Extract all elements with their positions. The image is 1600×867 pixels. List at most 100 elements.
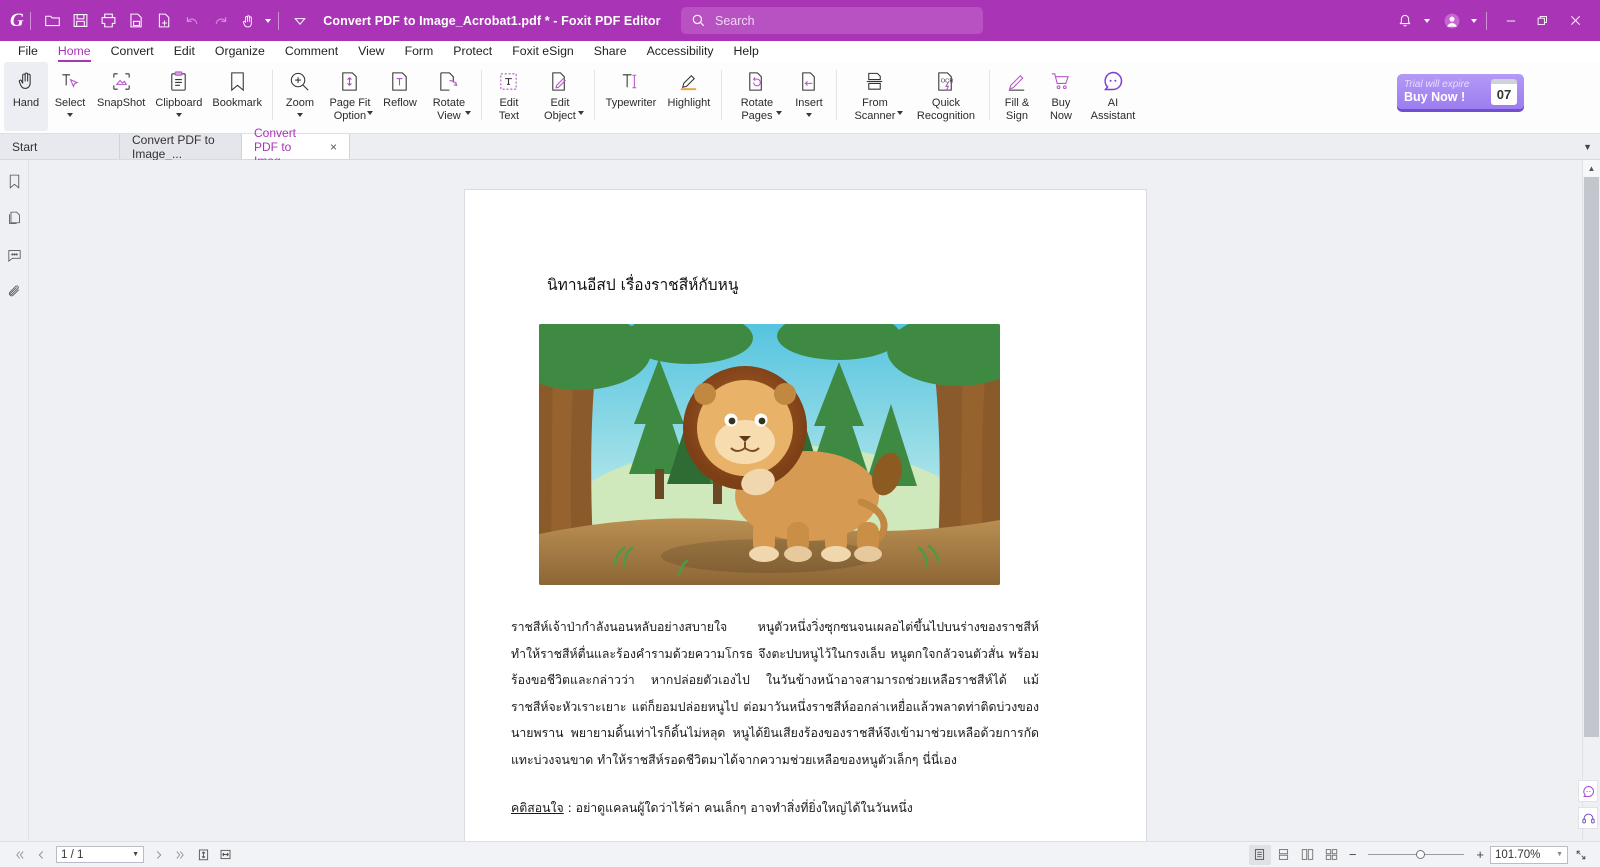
continuous-view-icon[interactable] [1273,845,1295,865]
close-button[interactable] [1560,6,1590,36]
typewriter-button[interactable]: Typewriter [600,62,662,131]
hand-tool-icon[interactable] [234,7,262,35]
avatar[interactable] [1438,7,1466,35]
menu-item-help[interactable]: Help [724,41,769,62]
bookmarks-icon[interactable] [3,170,25,192]
insert-chevron-down-icon[interactable] [805,112,812,117]
menu-item-edit[interactable]: Edit [164,41,205,62]
facing-view-icon[interactable] [1297,845,1319,865]
comments-icon[interactable] [3,244,25,266]
zoom-button[interactable]: Zoom [278,62,322,131]
zoom-chevron-down-icon[interactable] [296,112,303,117]
customize-quick-access-icon[interactable] [286,7,314,35]
menu-item-share[interactable]: Share [584,41,637,62]
rotate-pages-button[interactable]: Rotate Pages [727,62,787,131]
first-page-button[interactable] [8,844,30,866]
continuous-facing-view-icon[interactable] [1321,845,1343,865]
previous-page-button[interactable] [30,844,52,866]
ai-assistant-label: AI Assistant [1090,97,1136,122]
insert-button[interactable]: Insert [787,62,831,131]
highlight-button[interactable]: Highlight [662,62,716,131]
save-as-icon[interactable] [122,7,150,35]
scroll-up-button[interactable]: ▲ [1583,160,1600,177]
menu-item-file[interactable]: File [8,41,48,62]
buy-now-button[interactable]: Buy Now [1039,62,1083,131]
next-page-button[interactable] [148,844,170,866]
rotate-view-button[interactable]: Rotate View [422,62,476,131]
tab-start[interactable]: Start [0,134,120,159]
zoom-level-chevron-down-icon[interactable]: ▼ [1556,851,1563,858]
edit-object-chevron-down-icon[interactable] [577,111,584,115]
select-chevron-down-icon[interactable] [67,112,73,117]
snapshot-button[interactable]: SnapShot [92,62,150,131]
document-view[interactable]: นิทานอีสป เรื่องราชสีห์กับหนู ราชสีห์เจ้… [29,160,1582,841]
minimize-button[interactable] [1496,6,1526,36]
bell-icon[interactable] [1391,7,1419,35]
from-scanner-button[interactable]: From Scanner [842,62,908,131]
vertical-scrollbar[interactable]: ▲ [1583,160,1600,841]
rotate-pages-chevron-down-icon[interactable] [775,111,782,115]
menu-item-view[interactable]: View [348,41,394,62]
page-thumbnails-icon[interactable] [3,207,25,229]
notifications-chevron-down-icon[interactable] [1424,18,1430,23]
clipboard-button[interactable]: Clipboard [150,62,207,131]
fill-and-sign-button[interactable]: Fill & Sign [995,62,1039,131]
menu-item-foxit-esign[interactable]: Foxit eSign [502,41,584,62]
page-fit-option-chevron-down-icon[interactable] [366,111,373,115]
tab-close-icon[interactable]: × [322,140,337,154]
new-file-icon[interactable] [150,7,178,35]
ribbon-toolbar: Hand Select SnapShot Clipboard Bookmark … [0,62,1600,134]
menu-item-comment[interactable]: Comment [275,41,348,62]
zoom-slider-thumb[interactable] [1416,849,1426,859]
redo-icon[interactable] [206,7,234,35]
menu-item-form[interactable]: Form [395,41,444,62]
attachments-icon[interactable] [3,281,25,303]
save-icon[interactable] [66,7,94,35]
collapse-ribbon-chevron-down-icon[interactable]: ▼ [1583,142,1592,152]
undo-icon[interactable] [178,7,206,35]
status-bar: 1 / 1 ▼ − + 101.70% ▼ [0,841,1600,867]
single-page-view-icon[interactable] [1248,844,1271,865]
zoom-out-button[interactable]: − [1345,847,1361,862]
page-number-field[interactable]: 1 / 1 ▼ [56,846,144,863]
print-icon[interactable] [94,7,122,35]
last-page-button[interactable] [170,844,192,866]
zoom-level-field[interactable]: 101.70% ▼ [1490,845,1568,864]
menu-item-accessibility[interactable]: Accessibility [637,41,724,62]
restore-button[interactable] [1528,6,1558,36]
edit-text-button[interactable]: Edit Text [487,62,531,131]
hand-button[interactable]: Hand [4,62,48,131]
page-fit-option-button[interactable]: Page Fit Option [322,62,378,131]
edit-object-button[interactable]: Edit Object [531,62,589,131]
tab-convert-pdf-to-image-2[interactable]: Convert PDF to Imag... × [242,126,350,168]
fit-page-button[interactable] [192,844,214,866]
fit-width-button[interactable] [214,844,236,866]
ai-assistant-button[interactable]: AI Assistant [1083,62,1143,131]
tab-start-label: Start [12,139,38,154]
search-box[interactable]: Search [681,7,983,34]
scrollbar-thumb[interactable] [1584,177,1599,737]
support-headset-icon[interactable] [1578,807,1598,829]
trial-badge[interactable]: Trial will expire Buy Now ! 07 [1397,74,1524,109]
menu-item-convert[interactable]: Convert [101,41,164,62]
menu-item-protect[interactable]: Protect [443,41,502,62]
page-number-chevron-down-icon[interactable]: ▼ [132,851,139,858]
ai-chat-icon[interactable] [1578,780,1598,802]
zoom-slider[interactable] [1368,849,1465,859]
reflow-button[interactable]: Reflow [378,62,422,131]
hand-tool-chevron-down-icon[interactable] [265,18,272,23]
rotate-view-chevron-down-icon[interactable] [464,111,471,115]
menu-item-organize[interactable]: Organize [205,41,275,62]
from-scanner-chevron-down-icon[interactable] [896,111,903,115]
clipboard-chevron-down-icon[interactable] [175,112,182,117]
open-file-icon[interactable] [38,7,66,35]
quick-recognition-button[interactable]: OCR Quick Recognition [908,62,984,131]
bookmark-button[interactable]: Bookmark [207,62,267,131]
zoom-in-button[interactable]: + [1472,847,1488,862]
account-chevron-down-icon[interactable] [1471,18,1477,23]
select-button[interactable]: Select [48,62,92,131]
tab-convert-pdf-to-image-1[interactable]: Convert PDF to Image_... [120,133,242,161]
document-moral: คติสอนใจ : อย่าดูแคลนผู้ใดว่าไร้ค่า คนเล… [511,799,1100,818]
menu-item-home[interactable]: Home [48,41,101,62]
fullscreen-button[interactable] [1570,844,1592,866]
